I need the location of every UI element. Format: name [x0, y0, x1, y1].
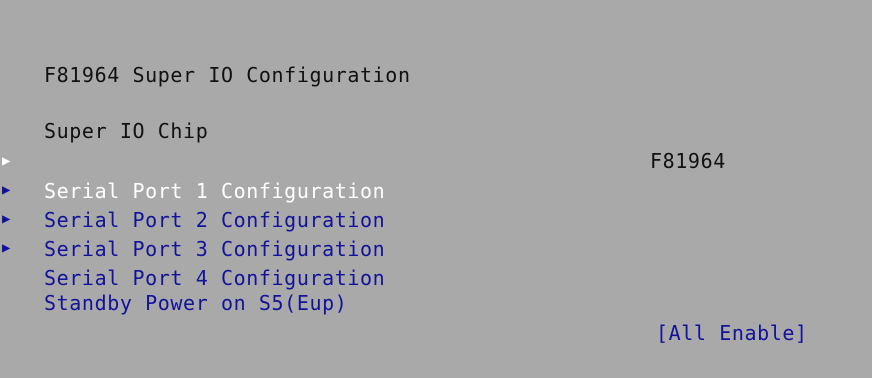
menu-item-serial-port-3[interactable]: ▶ Serial Port 3 Configuration [0, 174, 385, 261]
option-standby-power-s5[interactable]: Standby Power on S5(Eup) [All Enable] [0, 258, 807, 345]
bios-setup-screen: F81964 Super IO Configuration Super IO C… [0, 0, 872, 345]
super-io-chip-label: Super IO Chip [44, 119, 209, 143]
menu-item-serial-port-4[interactable]: ▶ Serial Port 4 Configuration [0, 203, 385, 290]
menu-item-label: Serial Port 3 Configuration [44, 237, 386, 261]
menu-item-serial-port-2[interactable]: ▶ Serial Port 2 Configuration [0, 145, 385, 232]
super-io-chip-value: F81964 [650, 149, 726, 173]
super-io-chip-info: Super IO Chip F81964 [0, 86, 725, 173]
menu-item-label: Serial Port 2 Configuration [44, 208, 386, 232]
option-value[interactable]: [All Enable] [656, 318, 808, 348]
menu-item-label: Serial Port 1 Configuration [44, 179, 386, 203]
page-title: F81964 Super IO Configuration [44, 63, 411, 87]
menu-item-serial-port-1[interactable]: ▶ Serial Port 1 Configuration [0, 116, 385, 203]
